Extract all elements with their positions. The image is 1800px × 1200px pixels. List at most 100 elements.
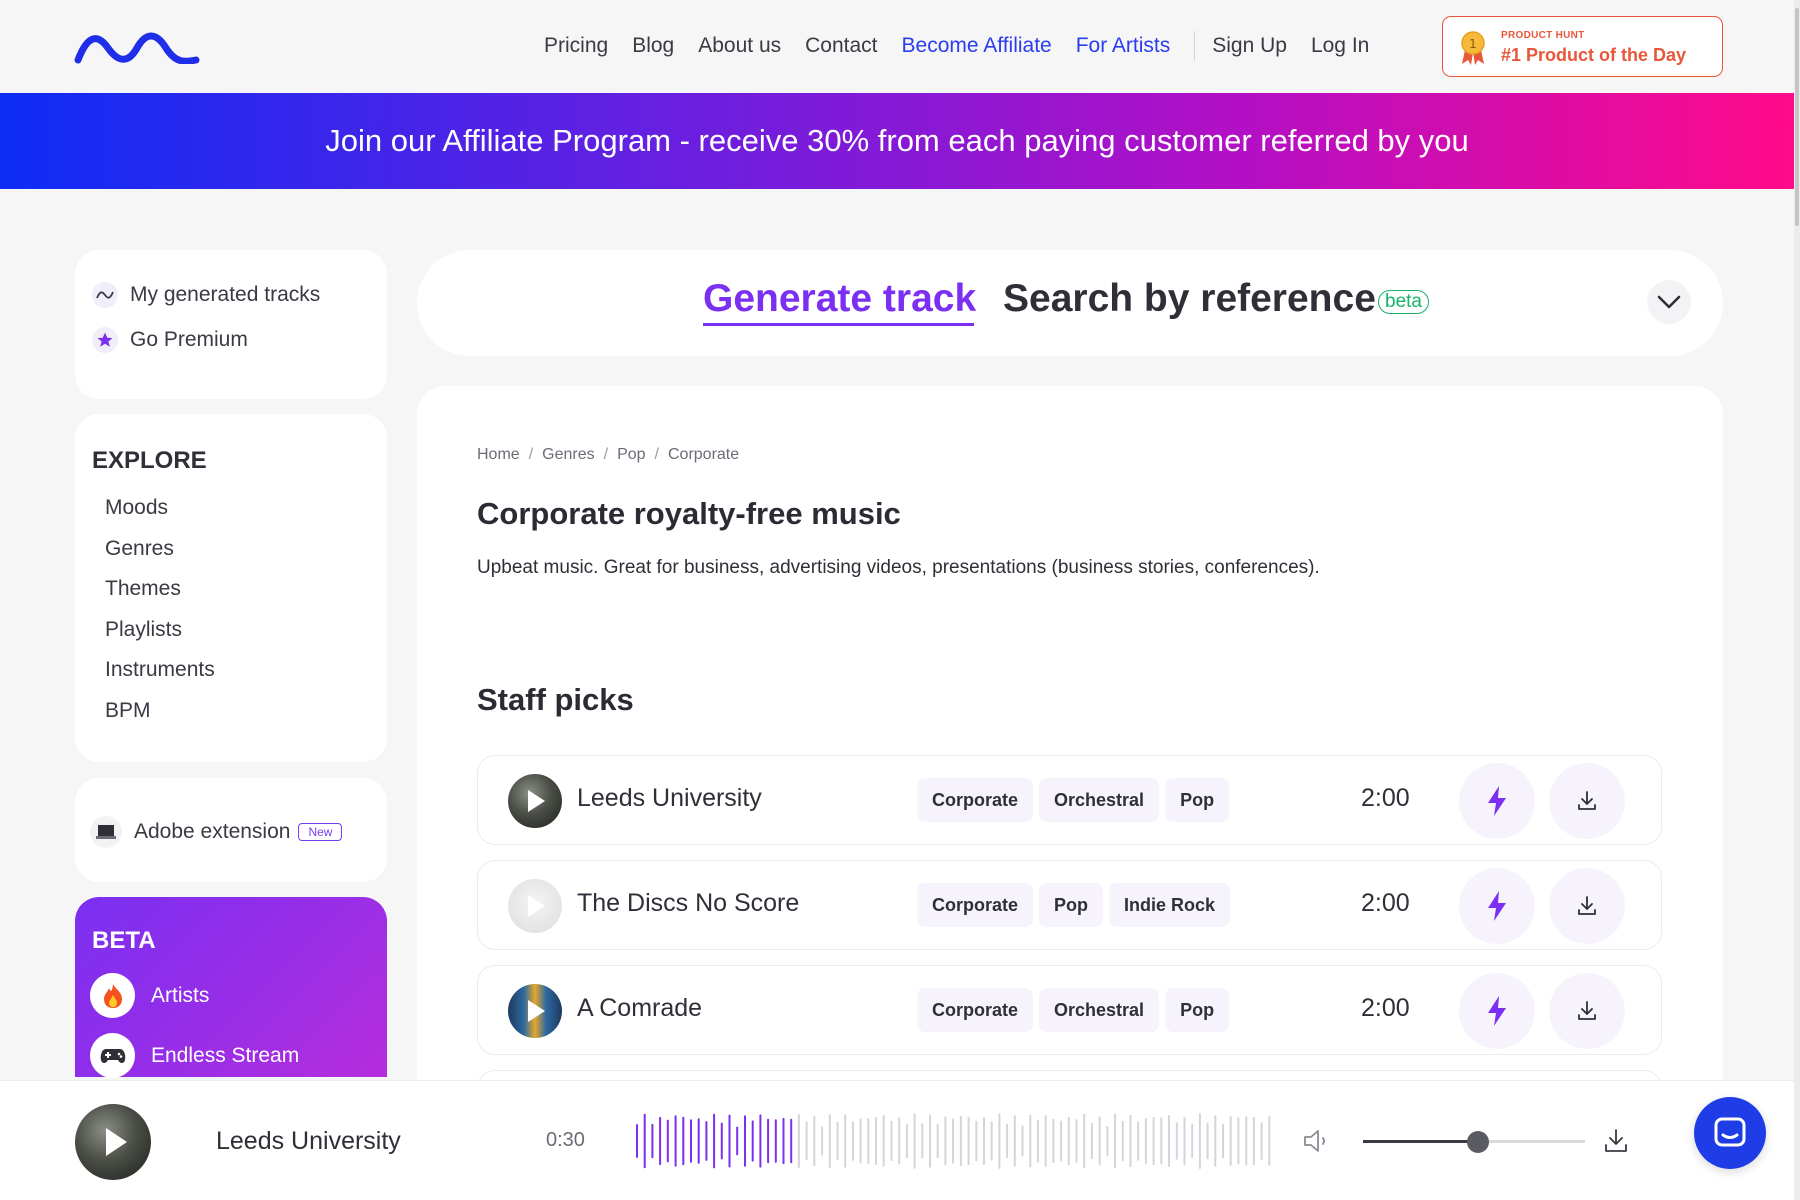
nav-become-affiliate[interactable]: Become Affiliate	[902, 34, 1052, 58]
waveform-bar	[1052, 1118, 1055, 1164]
beta-heading: BETA	[92, 927, 156, 954]
brand-logo[interactable]	[74, 28, 200, 64]
top-nav: Pricing Blog About us Contact Become Aff…	[0, 0, 1800, 93]
tag[interactable]: Orchestral	[1039, 778, 1160, 822]
explore-list: Moods Genres Themes Playlists Instrument…	[105, 496, 215, 739]
waveform-bar	[1198, 1113, 1201, 1169]
volume-slider[interactable]	[1363, 1131, 1585, 1153]
play-icon	[106, 1128, 127, 1156]
waveform-bar	[859, 1118, 862, 1164]
new-badge: New	[298, 823, 343, 841]
tag[interactable]: Corporate	[917, 778, 1034, 822]
breadcrumb-home[interactable]: Home	[477, 446, 520, 464]
nav-sign-up[interactable]: Sign Up	[1212, 34, 1287, 58]
explore-bpm[interactable]: BPM	[105, 699, 215, 740]
generate-similar-button[interactable]	[1459, 763, 1535, 839]
waveform-bar	[1067, 1116, 1070, 1166]
product-hunt-badge[interactable]: 1 PRODUCT HUNT #1 Product of the Day	[1442, 16, 1723, 77]
tag[interactable]: Pop	[1165, 988, 1230, 1032]
tab-active-underline	[703, 323, 974, 326]
waveform-bar	[944, 1116, 947, 1166]
explore-playlists[interactable]: Playlists	[105, 618, 215, 659]
explore-moods[interactable]: Moods	[105, 496, 215, 537]
nav-log-in[interactable]: Log In	[1311, 34, 1369, 58]
volume-knob[interactable]	[1467, 1131, 1490, 1153]
track-title[interactable]: Leeds University	[577, 784, 762, 813]
track-title[interactable]: A Comrade	[577, 994, 702, 1023]
waveform-bar	[720, 1122, 723, 1160]
waveform-bar	[697, 1118, 700, 1164]
download-button[interactable]	[1549, 973, 1625, 1049]
waveform-bar	[1222, 1123, 1224, 1159]
track-row[interactable]: A Comrade Corporate Orchestral Pop 2:00	[477, 965, 1662, 1055]
breadcrumb-genres[interactable]: Genres	[542, 446, 594, 464]
nav-blog[interactable]: Blog	[632, 34, 674, 58]
download-icon	[1578, 896, 1596, 915]
expand-button[interactable]	[1647, 280, 1691, 324]
waveform-bar	[1245, 1116, 1248, 1166]
chat-widget-button[interactable]	[1694, 1097, 1766, 1169]
waveform-bar	[1137, 1121, 1140, 1161]
sidebar-adobe-extension[interactable]: Adobe extension New	[90, 816, 343, 848]
tab-generate-track[interactable]: Generate track	[703, 277, 976, 321]
waveform-bar	[728, 1114, 731, 1168]
tag[interactable]: Pop	[1165, 778, 1230, 822]
speaker-icon[interactable]	[1302, 1127, 1332, 1155]
waveform-bar	[898, 1117, 901, 1165]
waveform-bar	[1090, 1122, 1093, 1160]
waveform-bar	[1152, 1116, 1155, 1166]
player-play-button[interactable]	[75, 1104, 151, 1180]
waveform-bar	[828, 1114, 831, 1168]
track-cover[interactable]	[508, 984, 562, 1038]
chevron-down-icon	[1657, 295, 1681, 309]
waveform-bar	[805, 1121, 808, 1161]
beta-artists[interactable]: Artists	[90, 973, 209, 1018]
beta-endless-stream[interactable]: Endless Stream	[90, 1033, 299, 1078]
waveform-bar	[759, 1114, 762, 1168]
medal-icon: 1	[1461, 31, 1485, 65]
generate-similar-button[interactable]	[1459, 868, 1535, 944]
track-row[interactable]: Leeds University Corporate Orchestral Po…	[477, 755, 1662, 845]
nav-pricing[interactable]: Pricing	[544, 34, 608, 58]
waveform-bar	[1044, 1115, 1047, 1167]
affiliate-banner-text: Join our Affiliate Program - receive 30%…	[325, 123, 1469, 158]
tab-search-by-reference[interactable]: Search by reference	[1003, 277, 1376, 321]
nav-contact[interactable]: Contact	[805, 34, 877, 58]
breadcrumb-pop[interactable]: Pop	[617, 446, 645, 464]
track-cover[interactable]	[508, 774, 562, 828]
play-icon	[528, 895, 545, 917]
download-button[interactable]	[1549, 868, 1625, 944]
affiliate-banner[interactable]: Join our Affiliate Program - receive 30%…	[0, 93, 1794, 189]
tag[interactable]: Orchestral	[1039, 988, 1160, 1032]
nav-for-artists[interactable]: For Artists	[1076, 34, 1171, 58]
generate-similar-button[interactable]	[1459, 973, 1535, 1049]
waveform-bar	[936, 1123, 939, 1159]
download-button[interactable]	[1549, 763, 1625, 839]
nav-about-us[interactable]: About us	[698, 34, 781, 58]
explore-themes[interactable]: Themes	[105, 577, 215, 618]
waveform-bar	[651, 1123, 654, 1159]
track-cover[interactable]	[508, 879, 562, 933]
waveform-bar	[751, 1120, 754, 1162]
tag[interactable]: Indie Rock	[1109, 883, 1231, 927]
tag[interactable]: Pop	[1039, 883, 1104, 927]
track-row[interactable]: The Discs No Score Corporate Pop Indie R…	[477, 860, 1662, 950]
page-scrollbar-thumb[interactable]	[1795, 8, 1799, 226]
tag[interactable]: Corporate	[917, 883, 1034, 927]
waveform-bar	[952, 1118, 955, 1164]
explore-instruments[interactable]: Instruments	[105, 658, 215, 699]
waveform-bar	[867, 1118, 870, 1164]
tag[interactable]: Corporate	[917, 988, 1034, 1032]
waveform-bar	[1214, 1115, 1217, 1167]
waveform-bar	[1098, 1116, 1101, 1166]
sidebar-go-premium[interactable]: Go Premium	[92, 327, 248, 353]
sidebar-my-tracks[interactable]: My generated tracks	[92, 282, 320, 308]
waveform-seekbar[interactable]	[636, 1111, 1276, 1171]
waveform-bar	[905, 1123, 908, 1159]
player-download-icon[interactable]	[1603, 1127, 1629, 1155]
track-title[interactable]: The Discs No Score	[577, 889, 799, 918]
lightning-icon	[1488, 891, 1506, 921]
explore-genres[interactable]: Genres	[105, 537, 215, 578]
waveform-bar	[790, 1118, 793, 1164]
waveform-bar	[782, 1117, 785, 1165]
